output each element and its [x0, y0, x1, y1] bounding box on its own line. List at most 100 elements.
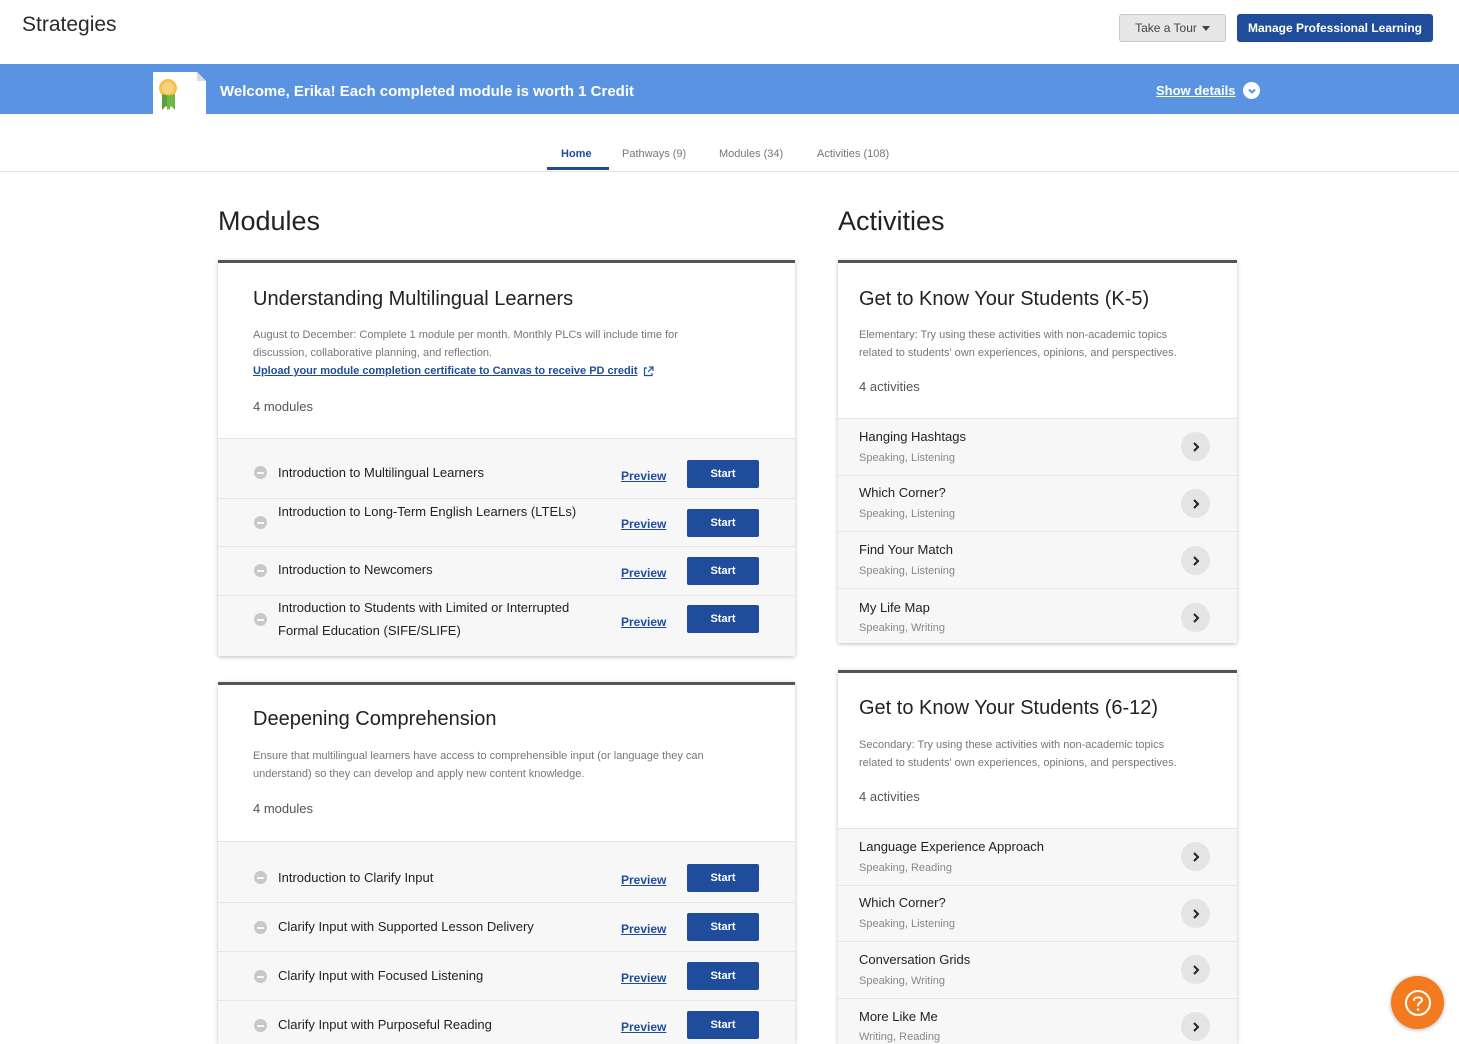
activity-row[interactable]: Find Your Match Speaking, Listening — [838, 532, 1237, 589]
module-row: Clarify Input with Supported Lesson Deli… — [218, 903, 795, 952]
activity-row[interactable]: Conversation Grids Speaking, Writing — [838, 942, 1237, 999]
activity-name: Which Corner? — [859, 895, 946, 910]
modules-heading: Modules — [218, 206, 321, 236]
preview-link[interactable]: Preview — [621, 615, 666, 629]
caret-down-icon — [1201, 26, 1210, 31]
tab-modules[interactable]: Modules (34) — [719, 148, 783, 160]
take-a-tour-label: Take a Tour — [1135, 21, 1197, 35]
tab-bar: Home Pathways (9) Modules (34) Activitie… — [0, 140, 1459, 172]
start-button[interactable]: Start — [687, 1011, 759, 1039]
start-button[interactable]: Start — [687, 913, 759, 941]
start-button[interactable]: Start — [687, 605, 759, 633]
chevron-right-icon[interactable] — [1181, 1012, 1210, 1041]
show-details-link[interactable]: Show details — [1156, 82, 1261, 99]
activity-row[interactable]: My Life Map Speaking, Writing — [838, 589, 1237, 643]
preview-link[interactable]: Preview — [621, 971, 666, 985]
module-card-description: Ensure that multilingual learners have a… — [253, 747, 773, 783]
tab-activities[interactable]: Activities (108) — [817, 148, 889, 160]
activity-skills: Speaking, Writing — [859, 975, 946, 987]
certificate-ribbon-icon — [153, 72, 206, 114]
chevron-right-icon[interactable] — [1181, 489, 1210, 518]
preview-link[interactable]: Preview — [621, 1020, 666, 1034]
activity-row[interactable]: Language Experience Approach Speaking, R… — [838, 829, 1237, 886]
module-row: Introduction to Multilingual Learners Pr… — [218, 439, 795, 499]
chevron-right-icon[interactable] — [1181, 899, 1210, 928]
start-button[interactable]: Start — [687, 509, 759, 537]
tab-home[interactable]: Home — [561, 148, 592, 160]
preview-link[interactable]: Preview — [621, 566, 666, 580]
activity-row[interactable]: More Like Me Writing, Reading — [838, 999, 1237, 1044]
active-tab-indicator — [547, 167, 609, 170]
activity-row[interactable]: Hanging Hashtags Speaking, Listening — [838, 419, 1237, 476]
start-button[interactable]: Start — [687, 557, 759, 585]
activity-list: Language Experience Approach Speaking, R… — [838, 828, 1237, 1044]
take-a-tour-button[interactable]: Take a Tour — [1119, 14, 1226, 42]
activity-name: Conversation Grids — [859, 952, 971, 967]
preview-link[interactable]: Preview — [621, 517, 666, 531]
upload-certificate-link[interactable]: Upload your module completion certificat… — [253, 362, 637, 380]
module-row: Clarify Input with Purposeful Reading Pr… — [218, 1001, 795, 1044]
manage-professional-learning-button[interactable]: Manage Professional Learning — [1237, 14, 1433, 42]
module-card: Understanding Multilingual Learners Augu… — [218, 260, 795, 656]
activity-count: 4 activities — [859, 379, 920, 394]
activity-name: Language Experience Approach — [859, 839, 1045, 854]
module-row: Clarify Input with Focused Listening Pre… — [218, 952, 795, 1001]
start-button[interactable]: Start — [687, 962, 759, 990]
preview-link[interactable]: Preview — [621, 873, 666, 887]
activity-row[interactable]: Which Corner? Speaking, Listening — [838, 886, 1237, 942]
module-label: Introduction to Multilingual Learners — [278, 465, 484, 480]
preview-link[interactable]: Preview — [621, 922, 666, 936]
module-row: Introduction to Newcomers Preview Start — [218, 547, 795, 596]
activity-skills: Speaking, Listening — [859, 452, 956, 464]
status-icon — [254, 613, 267, 626]
module-card-title: Understanding Multilingual Learners — [253, 288, 574, 310]
status-icon — [254, 516, 267, 529]
module-row: Introduction to Clarify Input Preview St… — [218, 842, 795, 903]
module-label: Introduction to Long-Term English Learne… — [278, 504, 577, 519]
activities-heading: Activities — [838, 206, 945, 236]
chevron-right-icon[interactable] — [1181, 546, 1210, 575]
activity-skills: Speaking, Reading — [859, 862, 952, 874]
activity-count: 4 activities — [859, 789, 920, 804]
page-title: Strategies — [22, 13, 117, 36]
module-label: Introduction to Newcomers — [278, 562, 433, 577]
chevron-right-icon[interactable] — [1181, 603, 1210, 632]
module-card-description-line: understand) so they can develop and appl… — [253, 768, 585, 780]
module-list: Introduction to Clarify Input Preview St… — [218, 841, 795, 1044]
tab-pathways[interactable]: Pathways (9) — [622, 148, 686, 160]
activity-card-title: Get to Know Your Students (K-5) — [859, 288, 1150, 310]
module-count: 4 modules — [253, 801, 313, 816]
welcome-message: Welcome, Erika! Each completed module is… — [220, 83, 634, 100]
module-label: Clarify Input with Purposeful Reading — [278, 1017, 492, 1032]
activity-name: Which Corner? — [859, 485, 946, 500]
start-button[interactable]: Start — [687, 460, 759, 488]
chevron-right-icon[interactable] — [1181, 842, 1210, 871]
module-card-description: August to December: Complete 1 module pe… — [253, 326, 773, 380]
module-card-description-line: discussion, collaborative planning, and … — [253, 347, 493, 359]
status-icon — [254, 564, 267, 577]
welcome-banner: Welcome, Erika! Each completed module is… — [0, 64, 1459, 114]
module-row: Introduction to Long-Term English Learne… — [218, 499, 795, 547]
preview-link[interactable]: Preview — [621, 469, 666, 483]
status-icon — [254, 1019, 267, 1032]
activity-name: My Life Map — [859, 600, 930, 615]
start-button[interactable]: Start — [687, 864, 759, 892]
activity-skills: Writing, Reading — [859, 1031, 941, 1043]
activity-row[interactable]: Which Corner? Speaking, Listening — [838, 476, 1237, 532]
module-label: Clarify Input with Supported Lesson Deli… — [278, 919, 534, 934]
status-icon — [254, 970, 267, 983]
status-icon — [254, 871, 267, 884]
activity-card: Get to Know Your Students (K-5) Elementa… — [838, 260, 1237, 643]
activity-skills: Speaking, Listening — [859, 565, 956, 577]
module-list: Introduction to Multilingual Learners Pr… — [218, 438, 795, 656]
activity-name: More Like Me — [859, 1009, 938, 1024]
help-button[interactable] — [1391, 976, 1444, 1029]
show-details-label: Show details — [1156, 83, 1236, 98]
module-count: 4 modules — [253, 399, 313, 414]
module-row: Introduction to Students with Limited or… — [218, 596, 795, 656]
top-header: Strategies Take a Tour Manage Profession… — [0, 0, 1459, 64]
chevron-right-icon[interactable] — [1181, 955, 1210, 984]
activity-skills: Speaking, Listening — [859, 918, 956, 930]
activity-card-description: Elementary: Try using these activities w… — [859, 326, 1229, 362]
chevron-right-icon[interactable] — [1181, 432, 1210, 461]
